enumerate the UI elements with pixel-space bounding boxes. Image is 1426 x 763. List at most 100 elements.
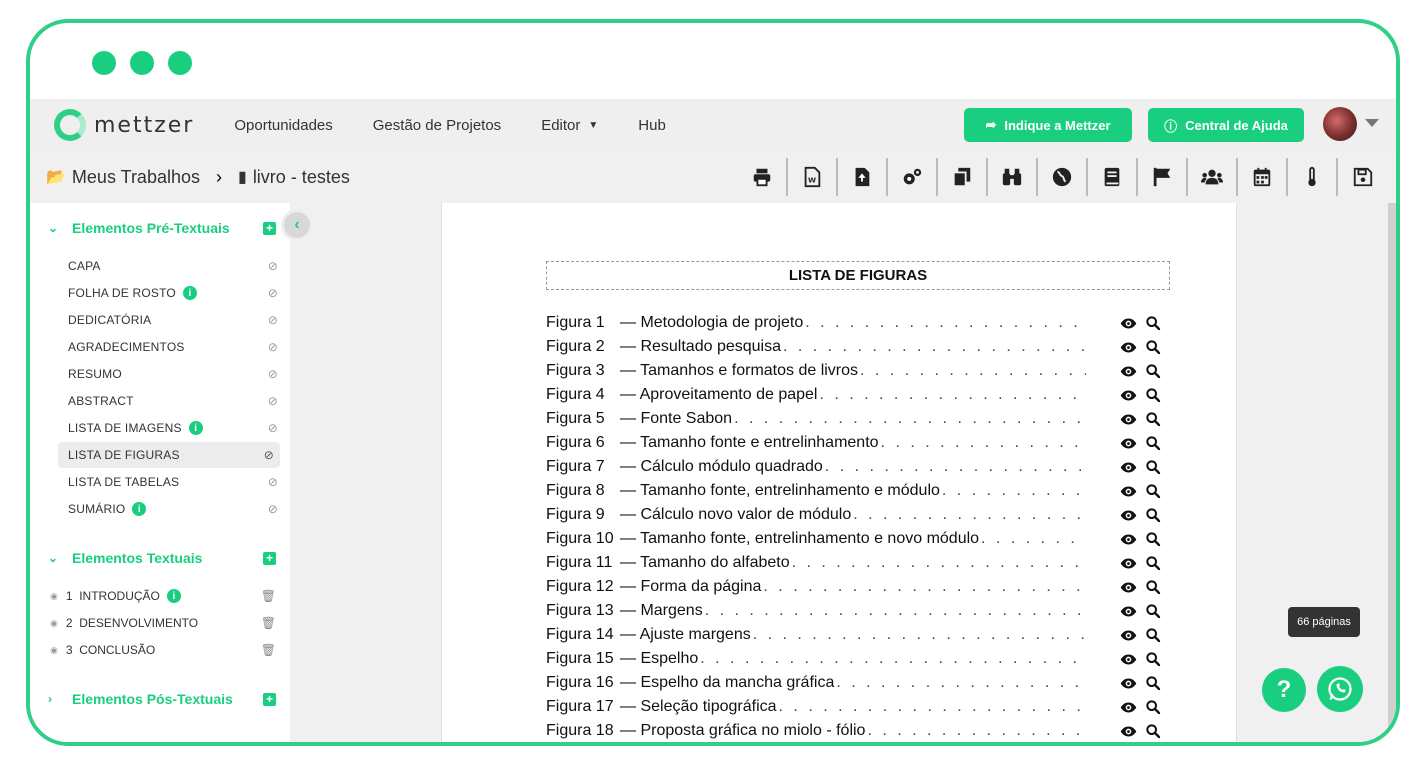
sidebar-item[interactable]: RESUMO ⊘ xyxy=(68,361,278,387)
eye-icon[interactable] xyxy=(1120,411,1137,428)
logo[interactable]: mettzer xyxy=(54,109,194,141)
search-icon[interactable] xyxy=(1145,339,1161,355)
eye-slash-icon[interactable]: ◉ xyxy=(50,618,58,629)
document-title[interactable]: LISTA DE FIGURAS xyxy=(546,261,1170,290)
search-icon[interactable] xyxy=(1145,387,1161,403)
figure-list-row[interactable]: Figura 14 — Ajuste margens. . . . . . . .… xyxy=(546,623,1086,647)
eye-slash-icon[interactable]: ⊘ xyxy=(268,475,278,489)
sidebar-item[interactable]: AGRADECIMENTOS ⊘ xyxy=(68,334,278,360)
scrollbar[interactable] xyxy=(1388,203,1396,742)
info-icon[interactable]: i xyxy=(132,502,147,516)
search-icon[interactable] xyxy=(1145,531,1161,547)
settings-gears-icon[interactable] xyxy=(888,158,938,196)
print-icon[interactable] xyxy=(738,158,788,196)
figure-list-row[interactable]: Figura 11 — Tamanho do alfabeto. . . . . … xyxy=(546,551,1086,575)
figure-list-row[interactable]: Figura 5 — Fonte Sabon. . . . . . . . . .… xyxy=(546,407,1086,431)
eye-icon[interactable] xyxy=(1120,651,1137,668)
figure-list-row[interactable]: Figura 8 — Tamanho fonte, entrelinhamento… xyxy=(546,479,1086,503)
search-icon[interactable] xyxy=(1145,699,1161,715)
breadcrumb-root[interactable]: 📂 Meus Trabalhos xyxy=(46,167,200,188)
figure-list-row[interactable]: Figura 13 — Margens. . . . . . . . . . . … xyxy=(546,599,1086,623)
binoculars-icon[interactable] xyxy=(988,158,1038,196)
eye-slash-icon[interactable]: ⊘ xyxy=(264,448,274,462)
eye-icon[interactable] xyxy=(1120,435,1137,452)
eye-icon[interactable] xyxy=(1120,339,1137,356)
figure-list-row[interactable]: Figura 10 — Tamanho fonte, entrelinhament… xyxy=(546,527,1086,551)
eye-slash-icon[interactable]: ⊘ xyxy=(268,502,278,516)
eye-icon[interactable] xyxy=(1120,483,1137,500)
nav-gestao-projetos[interactable]: Gestão de Projetos xyxy=(373,117,501,134)
search-icon[interactable] xyxy=(1145,723,1161,739)
eye-icon[interactable] xyxy=(1120,579,1137,596)
figure-list-row[interactable]: Figura 3 — Tamanhos e formatos de livros.… xyxy=(546,359,1086,383)
figure-list-row[interactable]: Figura 17 — Seleção tipográfica. . . . . … xyxy=(546,695,1086,719)
whatsapp-button[interactable] xyxy=(1317,666,1363,712)
figure-list-row[interactable]: Figura 12 — Forma da página. . . . . . . … xyxy=(546,575,1086,599)
collapse-sidebar-button[interactable]: ‹ xyxy=(281,209,313,241)
eye-icon[interactable] xyxy=(1120,699,1137,716)
trash-icon[interactable]: 🗑 xyxy=(261,616,276,630)
add-pre-textual-icon[interactable]: + xyxy=(263,221,276,235)
window-dot-minimize[interactable] xyxy=(130,51,154,75)
figure-list-row[interactable]: Figura 15 — Espelho. . . . . . . . . . . … xyxy=(546,647,1086,671)
eye-icon[interactable] xyxy=(1120,507,1137,524)
search-icon[interactable] xyxy=(1145,627,1161,643)
add-textual-icon[interactable]: + xyxy=(263,551,276,565)
info-icon[interactable]: i xyxy=(166,589,181,603)
eye-slash-icon[interactable]: ◉ xyxy=(50,645,58,656)
section-textuais[interactable]: ⌄ Elementos Textuais + xyxy=(48,550,276,566)
thermometer-icon[interactable] xyxy=(1288,158,1338,196)
eye-icon[interactable] xyxy=(1120,675,1137,692)
sidebar-item[interactable]: LISTA DE IMAGENS i ⊘ xyxy=(68,415,278,441)
sidebar-item[interactable]: LISTA DE FIGURAS ⊘ xyxy=(58,442,280,468)
nav-oportunidades[interactable]: Oportunidades xyxy=(234,117,332,134)
users-icon[interactable] xyxy=(1188,158,1238,196)
nav-hub[interactable]: Hub xyxy=(638,117,666,134)
add-pos-textual-icon[interactable]: + xyxy=(263,692,276,706)
eye-icon[interactable] xyxy=(1120,603,1137,620)
eye-icon[interactable] xyxy=(1120,555,1137,572)
globe-icon[interactable] xyxy=(1038,158,1088,196)
window-dot-maximize[interactable] xyxy=(168,51,192,75)
help-button[interactable]: ? xyxy=(1262,668,1306,712)
eye-icon[interactable] xyxy=(1120,363,1137,380)
sidebar-item[interactable]: DEDICATÓRIA ⊘ xyxy=(68,307,278,333)
figure-list-row[interactable]: Figura 16 — Espelho da mancha gráfica. . … xyxy=(546,671,1086,695)
search-icon[interactable] xyxy=(1145,363,1161,379)
sidebar-item[interactable]: CAPA ⊘ xyxy=(68,253,278,279)
figure-list-row[interactable]: Figura 1 — Metodologia de projeto. . . . … xyxy=(546,311,1086,335)
sidebar-text-item[interactable]: ◉ 3 CONCLUSÃO 🗑 xyxy=(50,637,276,663)
eye-slash-icon[interactable]: ⊘ xyxy=(268,313,278,327)
search-icon[interactable] xyxy=(1145,411,1161,427)
sidebar-item[interactable]: ABSTRACT ⊘ xyxy=(68,388,278,414)
info-icon[interactable]: i xyxy=(182,286,197,300)
search-icon[interactable] xyxy=(1145,507,1161,523)
figure-list-row[interactable]: Figura 7 — Cálculo módulo quadrado. . . .… xyxy=(546,455,1086,479)
flag-icon[interactable] xyxy=(1138,158,1188,196)
sidebar-text-item[interactable]: ◉ 1 INTRODUÇÃO i 🗑 xyxy=(50,583,276,609)
avatar[interactable] xyxy=(1323,107,1357,141)
save-icon[interactable] xyxy=(1338,158,1388,196)
figure-list-row[interactable]: Figura 6 — Tamanho fonte e entrelinhament… xyxy=(546,431,1086,455)
eye-slash-icon[interactable]: ⊘ xyxy=(268,394,278,408)
trash-icon[interactable]: 🗑 xyxy=(261,589,276,603)
section-pre-textuais[interactable]: ⌄ Elementos Pré-Textuais + xyxy=(48,220,276,236)
search-icon[interactable] xyxy=(1145,435,1161,451)
sidebar-item[interactable]: SUMÁRIO i ⊘ xyxy=(68,496,278,522)
eye-slash-icon[interactable]: ⊘ xyxy=(268,259,278,273)
file-upload-icon[interactable] xyxy=(838,158,888,196)
figure-list-row[interactable]: Figura 4 — Aproveitamento de papel. . . .… xyxy=(546,383,1086,407)
eye-icon[interactable] xyxy=(1120,627,1137,644)
book-icon[interactable] xyxy=(1088,158,1138,196)
sidebar-item[interactable]: LISTA DE TABELAS ⊘ xyxy=(68,469,278,495)
search-icon[interactable] xyxy=(1145,675,1161,691)
search-icon[interactable] xyxy=(1145,483,1161,499)
eye-icon[interactable] xyxy=(1120,723,1137,740)
search-icon[interactable] xyxy=(1145,555,1161,571)
eye-slash-icon[interactable]: ◉ xyxy=(50,591,58,602)
trash-icon[interactable]: 🗑 xyxy=(261,643,276,657)
search-icon[interactable] xyxy=(1145,315,1161,331)
calendar-icon[interactable] xyxy=(1238,158,1288,196)
eye-slash-icon[interactable]: ⊘ xyxy=(268,367,278,381)
search-icon[interactable] xyxy=(1145,603,1161,619)
